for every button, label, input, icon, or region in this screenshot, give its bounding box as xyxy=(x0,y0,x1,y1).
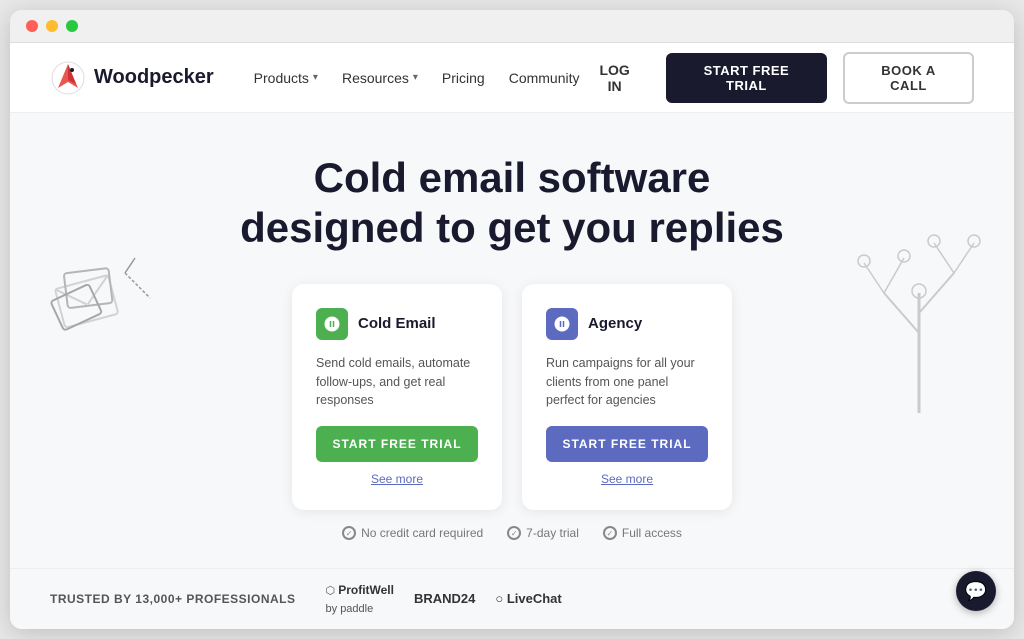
check-icon: ✓ xyxy=(507,526,521,540)
logo-text: Woodpecker xyxy=(94,66,214,89)
nav-right: LOG IN START FREE TRIAL BOOK A CALL xyxy=(580,52,975,104)
cold-email-title: Cold Email xyxy=(358,315,436,332)
login-button[interactable]: LOG IN xyxy=(580,54,650,102)
agency-icon xyxy=(546,308,578,340)
agency-card: Agency Run campaigns for all your client… xyxy=(522,284,732,510)
livechat-logo: ○ LiveChat xyxy=(495,590,561,608)
cold-email-card-header: Cold Email xyxy=(316,308,478,340)
cold-email-description: Send cold emails, automate follow-ups, a… xyxy=(316,354,478,410)
nav-resources[interactable]: Resources ▾ xyxy=(342,70,418,86)
trust-badges-row: ✓ No credit card required ✓ 7-day trial … xyxy=(50,526,974,548)
chat-button[interactable]: 💬 xyxy=(956,571,996,611)
cold-email-see-more-link[interactable]: See more xyxy=(316,472,478,486)
full-access-badge: ✓ Full access xyxy=(603,526,682,540)
book-a-call-button[interactable]: BOOK A CALL xyxy=(843,52,974,104)
maximize-dot[interactable] xyxy=(66,20,78,32)
nav-products[interactable]: Products ▾ xyxy=(254,70,318,86)
brand24-logo: BRAND24 xyxy=(414,590,475,608)
logo-icon xyxy=(50,60,86,96)
trusted-label: TRUSTED BY 13,000+ PROFESSIONALS xyxy=(50,592,296,606)
navbar: Woodpecker Products ▾ Resources ▾ Pricin… xyxy=(10,43,1014,113)
agency-trial-button[interactable]: START FREE TRIAL xyxy=(546,426,708,462)
profitwell-logo: ⬡ ProfitWell by paddle xyxy=(326,581,394,617)
cold-email-icon xyxy=(316,308,348,340)
product-cards: Cold Email Send cold emails, automate fo… xyxy=(50,284,974,510)
nav-pricing[interactable]: Pricing xyxy=(442,70,485,86)
chevron-down-icon: ▾ xyxy=(413,72,418,83)
chevron-down-icon: ▾ xyxy=(313,72,318,83)
brand-logos: ⬡ ProfitWell by paddle BRAND24 ○ LiveCha… xyxy=(326,581,562,617)
minimize-dot[interactable] xyxy=(46,20,58,32)
cold-email-card: Cold Email Send cold emails, automate fo… xyxy=(292,284,502,510)
check-icon: ✓ xyxy=(342,526,356,540)
hero-section: Cold email software designed to get you … xyxy=(10,113,1014,568)
agency-see-more-link[interactable]: See more xyxy=(546,472,708,486)
nav-links: Products ▾ Resources ▾ Pricing Community xyxy=(254,70,580,86)
agency-card-header: Agency xyxy=(546,308,708,340)
seven-day-trial-badge: ✓ 7-day trial xyxy=(507,526,579,540)
hero-title: Cold email software designed to get you … xyxy=(212,153,812,254)
no-credit-card-badge: ✓ No credit card required xyxy=(342,526,483,540)
bottom-bar: TRUSTED BY 13,000+ PROFESSIONALS ⬡ Profi… xyxy=(10,568,1014,629)
agency-title: Agency xyxy=(588,315,642,332)
check-icon: ✓ xyxy=(603,526,617,540)
browser-bar xyxy=(10,10,1014,43)
chat-icon: 💬 xyxy=(965,581,987,602)
close-dot[interactable] xyxy=(26,20,38,32)
logo[interactable]: Woodpecker xyxy=(50,60,214,96)
nav-community[interactable]: Community xyxy=(509,70,580,86)
agency-description: Run campaigns for all your clients from … xyxy=(546,354,708,410)
cold-email-trial-button[interactable]: START FREE TRIAL xyxy=(316,426,478,462)
start-free-trial-button[interactable]: START FREE TRIAL xyxy=(666,53,827,103)
